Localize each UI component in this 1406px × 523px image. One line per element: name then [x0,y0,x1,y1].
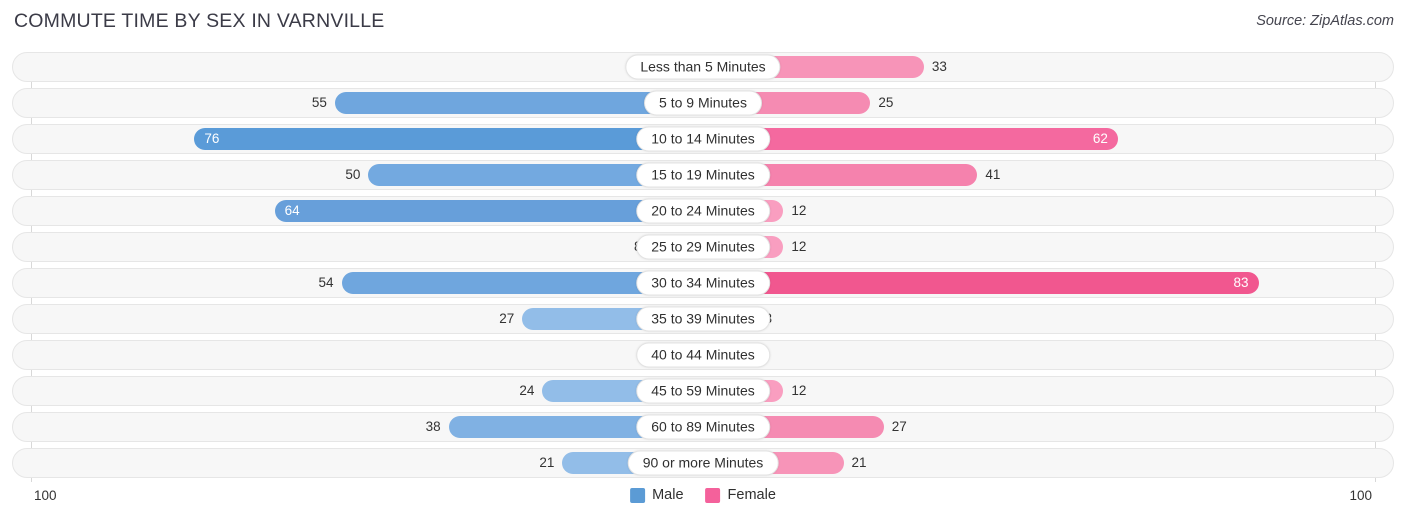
category-label: 10 to 14 Minutes [636,126,770,152]
chart-row: 50 41 15 to 19 Minutes [12,160,1394,190]
axis-max-right-label: 100 [1349,488,1372,503]
bar-value-male: 27 [499,311,515,326]
chart-row: 38 27 60 to 89 Minutes [12,412,1394,442]
chart-title: COMMUTE TIME BY SEX IN VARNVILLE [14,10,385,32]
bar-value-female: 12 [791,383,807,398]
bar-value-male: 54 [318,275,334,290]
category-label: 40 to 44 Minutes [636,342,770,368]
legend-swatch-male-icon [630,487,646,503]
bar-female[interactable]: 83 [703,272,1259,294]
legend-label-female: Female [727,487,776,503]
legend-label-male: Male [652,487,684,503]
bar-value-male: 38 [425,419,441,434]
chart-footer: 100 100 Male Female [0,484,1406,520]
chart-row: 21 21 90 or more Minutes [12,448,1394,478]
category-label: Less than 5 Minutes [625,54,781,80]
bar-value-female: 33 [931,59,947,74]
chart-source-attribution: Source: ZipAtlas.com [1256,13,1394,29]
category-label: 25 to 29 Minutes [636,234,770,260]
bar-value-female: 41 [985,167,1001,182]
commute-time-by-sex-chart: COMMUTE TIME BY SEX IN VARNVILLE Source:… [0,0,1406,523]
bar-value-male: 50 [345,167,361,182]
category-label: 60 to 89 Minutes [636,414,770,440]
category-label: 20 to 24 Minutes [636,198,770,224]
chart-row: 76 62 10 to 14 Minutes [12,124,1394,154]
chart-row: 933Less than 5 Minutes [12,52,1394,82]
chart-row: 27835 to 39 Minutes [12,304,1394,334]
chart-row: 24 12 45 to 59 Minutes [12,376,1394,406]
bar-value-female: 25 [878,95,894,110]
chart-row: 64 12 20 to 24 Minutes [12,196,1394,226]
category-label: 90 or more Minutes [627,450,779,476]
category-label: 30 to 34 Minutes [636,270,770,296]
category-label: 45 to 59 Minutes [636,378,770,404]
axis-max-left-label: 100 [34,488,57,503]
bar-value-female: 27 [891,419,907,434]
bar-value-female: 12 [791,203,807,218]
category-label: 5 to 9 Minutes [644,90,762,116]
chart-row: 3340 to 44 Minutes [12,340,1394,370]
chart-legend: Male Female [630,487,776,503]
bar-value-female: 12 [791,239,807,254]
chart-row: 55 25 5 to 9 Minutes [12,88,1394,118]
legend-item-female[interactable]: Female [705,487,776,503]
bar-value-male: 55 [311,95,327,110]
bar-value-female: 62 [1092,131,1108,146]
bar-value-female: 83 [1233,275,1249,290]
bar-value-female: 21 [851,455,867,470]
chart-row: 81225 to 29 Minutes [12,232,1394,262]
bar-value-male: 64 [284,203,300,218]
category-label: 35 to 39 Minutes [636,306,770,332]
chart-rows: 933Less than 5 Minutes55255 to 9 Minutes… [12,52,1394,478]
legend-item-male[interactable]: Male [630,487,684,503]
bar-male[interactable]: 76 [194,128,703,150]
bar-value-male: 24 [519,383,535,398]
chart-row: 54 83 30 to 34 Minutes [12,268,1394,298]
chart-plot-area: 933Less than 5 Minutes55255 to 9 Minutes… [12,52,1394,482]
bar-value-male: 76 [204,131,220,146]
category-label: 15 to 19 Minutes [636,162,770,188]
bar-value-male: 21 [539,455,555,470]
legend-swatch-female-icon [705,487,721,503]
